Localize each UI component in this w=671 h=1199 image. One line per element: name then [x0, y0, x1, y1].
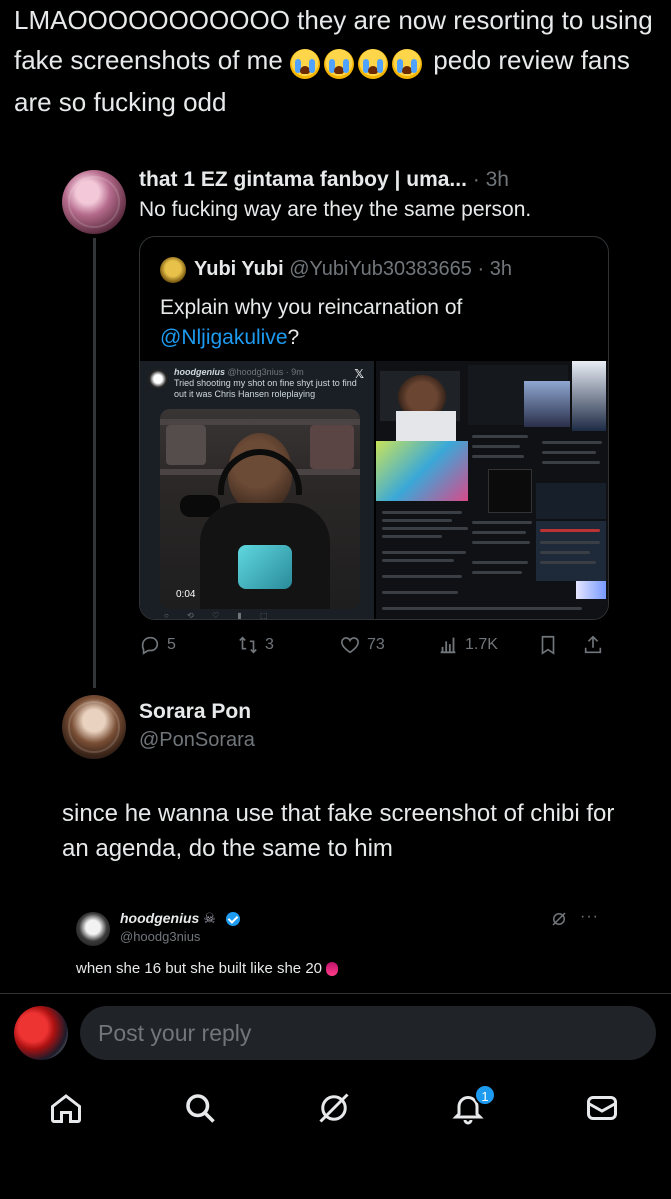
reply-composer — [0, 994, 671, 1074]
thread-connector-line — [93, 238, 96, 688]
reply-author-name[interactable]: that 1 EZ gintama fanboy | uma... — [139, 168, 467, 191]
reply-header: that 1 EZ gintama fanboy | uma... · 3h — [139, 168, 509, 191]
notification-badge: 1 — [474, 1084, 496, 1106]
nav-grok[interactable] — [316, 1090, 356, 1130]
tweet-action-bar: 5 3 73 1.7K — [139, 630, 619, 662]
screenshot-video-frame — [160, 409, 360, 609]
embedded-tweet-screenshot[interactable]: hoodgenius ☠ @hoodg3nius ··· when she 16… — [62, 896, 622, 992]
heart-icon — [340, 637, 360, 654]
quoted-author-name: Yubi Yubi — [194, 258, 284, 280]
skull-badge-icon: ☠ — [203, 910, 216, 926]
current-user-avatar[interactable] — [14, 1006, 68, 1060]
quoted-header: Yubi Yubi @YubiYub30383665 · 3h — [194, 258, 512, 280]
main-post-text: LMAOOOOOOOOOOO they are now resorting to… — [14, 0, 654, 122]
embedded-author-name: hoodgenius ☠ — [120, 910, 240, 927]
repost-icon — [239, 636, 257, 654]
loudly-crying-face-icon — [358, 49, 389, 80]
views-count: 1.7K — [465, 636, 498, 653]
embedded-author-avatar — [76, 912, 110, 946]
reply-action[interactable]: 5 — [139, 630, 176, 660]
share-icon — [584, 635, 602, 654]
views-action[interactable]: 1.7K — [437, 630, 498, 660]
like-action[interactable]: 73 — [339, 630, 385, 660]
nav-home[interactable] — [48, 1090, 88, 1130]
mention-link[interactable]: @Nljigakulive — [160, 326, 288, 349]
loudly-crying-face-icon — [324, 49, 355, 80]
grok-icon — [319, 1093, 349, 1123]
loudly-crying-face-icon — [392, 49, 423, 80]
reply-timestamp[interactable]: 3h — [486, 168, 509, 191]
loudly-crying-face-icon — [290, 49, 321, 80]
views-icon — [440, 637, 456, 654]
bookmark-action[interactable] — [537, 630, 559, 660]
x-logo-icon: 𝕏 — [354, 367, 364, 381]
nav-messages[interactable] — [584, 1090, 624, 1130]
bookmark-icon — [541, 635, 555, 655]
like-count: 73 — [367, 636, 385, 653]
repost-count: 3 — [265, 636, 274, 653]
quoted-author-avatar — [160, 257, 186, 283]
nav-notifications[interactable]: 1 — [450, 1084, 496, 1130]
quoted-media-grid[interactable]: hoodgenius @hoodg3nius · 9m Tried shooti… — [140, 361, 608, 620]
reply-text: No fucking way are they the same person. — [139, 198, 532, 221]
quoted-text: Explain why you reincarnation of @Nljiga… — [160, 296, 463, 349]
post-text: since he wanna use that fake screenshot … — [62, 800, 615, 862]
tongue-emoji-icon — [326, 962, 338, 977]
embedded-author-handle: @hoodg3nius — [120, 929, 201, 944]
home-icon — [51, 1094, 81, 1123]
repost-action[interactable]: 3 — [237, 630, 274, 660]
post-author-handle[interactable]: @PonSorara — [139, 729, 255, 752]
verified-badge-icon — [225, 912, 240, 927]
post-author-name[interactable]: Sorara Pon — [139, 700, 251, 724]
screenshot-header: hoodgenius @hoodg3nius · 9m Tried shooti… — [174, 367, 357, 399]
quoted-timestamp: 3h — [489, 258, 512, 280]
more-options-icon: ··· — [580, 908, 599, 925]
media-video-screenshot[interactable]: hoodgenius @hoodg3nius · 9m Tried shooti… — [140, 361, 374, 620]
nav-search[interactable] — [182, 1090, 222, 1130]
reply-author-avatar[interactable] — [62, 170, 126, 234]
media-collage-screenshot[interactable] — [376, 361, 608, 619]
quoted-tweet-card[interactable]: Yubi Yubi @YubiYub30383665 · 3h Explain … — [139, 236, 609, 620]
grok-icon — [552, 912, 566, 926]
bottom-navigation: 1 — [0, 1074, 671, 1199]
envelope-icon — [587, 1096, 617, 1120]
embedded-text: when she 16 but she built like she 20 — [76, 960, 338, 977]
share-action[interactable] — [582, 630, 604, 660]
post-author-avatar[interactable] — [62, 695, 126, 759]
reply-count: 5 — [167, 636, 176, 653]
search-icon — [186, 1094, 215, 1123]
video-timestamp: 0:04 — [176, 589, 196, 600]
screenshot-actions: ○ ⟲ ♡ ▮ ⬚ — [164, 611, 276, 620]
reply-icon — [141, 636, 159, 655]
quoted-author-handle: @YubiYub30383665 — [289, 258, 472, 280]
reply-input[interactable] — [80, 1006, 656, 1060]
screen: LMAOOOOOOOOOOO they are now resorting to… — [0, 0, 671, 1199]
crying-emoji-group — [290, 42, 426, 82]
screenshot-caption: Tried shooting my shot on fine shyt just… — [174, 378, 357, 399]
